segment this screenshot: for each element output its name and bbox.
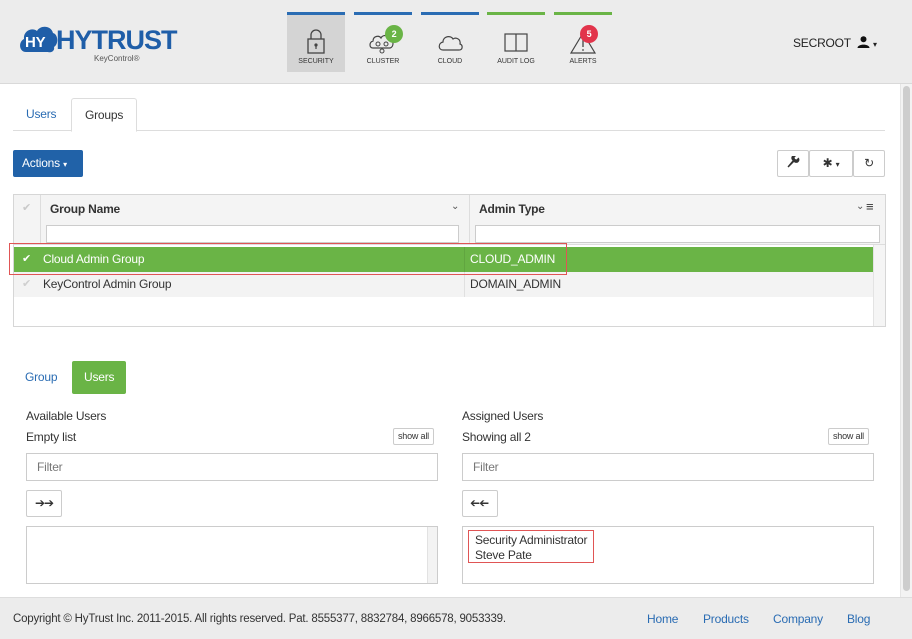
lock-icon [307, 29, 325, 54]
available-users-title: Available Users [26, 409, 107, 423]
gear-icon: ✱ [822, 156, 833, 170]
nav-label: AUDIT LOG [497, 58, 535, 65]
cluster-badge: 2 [385, 25, 403, 43]
select-all-check-icon[interactable]: ✔ [22, 201, 31, 214]
assigned-filter-input[interactable]: Filter [462, 453, 874, 481]
available-users-status: Empty list [26, 430, 77, 444]
add-users-button[interactable]: ➔➔ [26, 490, 62, 517]
wrench-button[interactable] [777, 150, 809, 177]
group-name-filter[interactable] [46, 225, 459, 243]
column-title: Group Name [50, 202, 121, 216]
double-arrow-right-icon: ➔➔ [34, 496, 54, 510]
column-group-name[interactable]: Group Name ⌄ [41, 195, 470, 245]
assigned-show-all-button[interactable]: show all [828, 428, 869, 445]
footer-link-company[interactable]: Company [773, 612, 823, 626]
page-scrollbar[interactable] [900, 84, 912, 597]
grid-header: ✔ Group Name ⌄ Admin Type ⌄ ≡ [14, 195, 885, 245]
admin-type-filter[interactable] [475, 225, 880, 243]
row-check-icon[interactable]: ✔ [22, 272, 31, 297]
tab-groups[interactable]: Groups [71, 98, 138, 132]
alerts-badge: 5 [580, 25, 598, 43]
available-show-all-button[interactable]: show all [393, 428, 434, 445]
nav-label: SECURITY [298, 58, 334, 65]
table-row[interactable]: ✔ KeyControl Admin Group DOMAIN_ADMIN [14, 272, 873, 297]
user-menu-button[interactable]: SECROOT ▾ [793, 36, 877, 50]
logo-word: HYTRUST [56, 25, 177, 55]
tab-group[interactable]: Group [13, 361, 69, 394]
wrench-icon [787, 154, 799, 168]
caret-down-icon: ▾ [835, 160, 840, 169]
actions-label: Actions [22, 156, 60, 170]
username: SECROOT [793, 36, 851, 50]
footer-link-products[interactable]: Products [703, 612, 749, 626]
refresh-icon: ↻ [864, 156, 874, 170]
double-arrow-left-icon: ➔➔ [470, 496, 490, 510]
footer-link-home[interactable]: Home [647, 612, 678, 626]
chevron-down-icon[interactable]: ⌄ [451, 201, 459, 212]
group-name-cell: KeyControl Admin Group [43, 277, 172, 291]
cell-separator [464, 272, 465, 297]
scrollbar-thumb[interactable] [903, 86, 910, 591]
column-title: Admin Type [479, 202, 545, 216]
refresh-button[interactable]: ↻ [853, 150, 885, 177]
nav-bar [421, 12, 479, 15]
tab-users[interactable]: Users [13, 98, 69, 131]
caret-down-icon: ▾ [873, 40, 877, 49]
select-column: ✔ [14, 195, 41, 245]
nav-label: CLOUD [437, 58, 463, 65]
user-icon [857, 36, 870, 48]
assigned-users-title: Assigned Users [462, 409, 544, 423]
actions-button[interactable]: Actions ▾ [13, 150, 83, 177]
column-admin-type[interactable]: Admin Type ⌄ ≡ [470, 195, 885, 245]
svg-text:HY: HY [25, 34, 46, 51]
nav-cluster[interactable]: 2 CLUSTER [354, 12, 412, 72]
admin-type-cell: DOMAIN_ADMIN [470, 277, 561, 291]
nav-label: ALERTS [569, 58, 597, 65]
copyright-text: Copyright © HyTrust Inc. 2011-2015. All … [13, 613, 506, 625]
settings-button[interactable]: ✱ ▾ [809, 150, 853, 177]
nav-alerts[interactable]: 5 ALERTS [554, 12, 612, 72]
nav-security[interactable]: SECURITY [287, 12, 345, 72]
nav-audit-log[interactable]: AUDIT LOG [487, 12, 545, 72]
main-tabs: Users Groups [13, 98, 885, 132]
cloud-icon [438, 36, 463, 51]
nav-bar [487, 12, 545, 15]
logo-subtitle: KeyControl® [94, 54, 140, 63]
page-footer: Copyright © HyTrust Inc. 2011-2015. All … [0, 597, 912, 639]
available-users-list[interactable] [26, 526, 438, 584]
book-icon [504, 33, 528, 52]
nav-label: CLUSTER [366, 58, 400, 65]
grid-scrollbar[interactable] [873, 245, 885, 326]
caret-down-icon: ▾ [63, 160, 67, 169]
highlight-box [468, 530, 594, 563]
assigned-users-status: Showing all 2 [462, 430, 531, 444]
remove-users-button[interactable]: ➔➔ [462, 490, 498, 517]
column-menu-icon[interactable]: ≡ [866, 199, 874, 214]
footer-link-blog[interactable]: Blog [847, 612, 870, 626]
available-filter-input[interactable]: Filter [26, 453, 438, 481]
app-header: HY HYTRUST KeyControl® SECURITY 2 CLUSTE… [0, 0, 912, 84]
nav-bar [287, 12, 345, 15]
logo-cloud-icon: HY [20, 26, 58, 53]
chevron-down-icon[interactable]: ⌄ [856, 201, 864, 212]
tab-detail-users[interactable]: Users [72, 361, 127, 394]
nav-bar [554, 12, 612, 15]
list-scrollbar[interactable] [427, 527, 437, 583]
highlight-box [9, 243, 567, 275]
nav-cloud[interactable]: CLOUD [421, 12, 479, 72]
nav-bar [354, 12, 412, 15]
hytrust-logo[interactable]: HY HYTRUST KeyControl® [18, 22, 177, 68]
